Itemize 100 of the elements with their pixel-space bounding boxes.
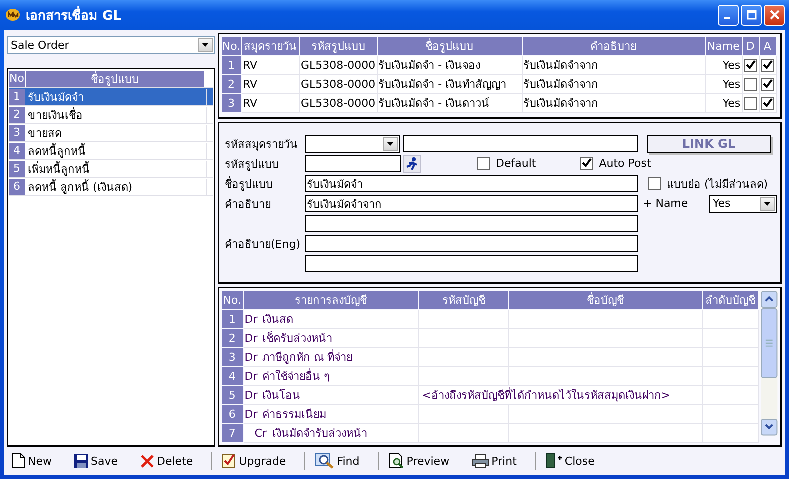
checkbox-label: แบบย่อ (ไม่มีส่วนลด) bbox=[667, 176, 768, 193]
column-header: คำอธิบาย bbox=[522, 36, 706, 56]
filter-dropdown[interactable]: Sale Order bbox=[7, 36, 215, 54]
table-cell: รับเงินมัดจำจาก bbox=[522, 94, 706, 112]
field-label: รหัสสมุดรายวัน bbox=[225, 136, 299, 153]
table-cell: รับเงินมัดจำจาก bbox=[522, 74, 706, 94]
toolbar-button[interactable]: Print bbox=[468, 452, 523, 470]
column-header: D bbox=[742, 36, 760, 56]
column-header: ลำดับบัญชี bbox=[702, 290, 759, 310]
window-title: เอกสารเชื่อม GL bbox=[26, 6, 122, 26]
row-number: 1 bbox=[222, 56, 242, 74]
table-cell-text: Dr bbox=[244, 351, 259, 364]
field-label: คำอธิบาย bbox=[225, 196, 272, 213]
journal-code-dropdown[interactable] bbox=[305, 134, 400, 153]
description-eng-field[interactable] bbox=[305, 235, 638, 252]
door-exit-icon bbox=[546, 453, 563, 469]
checklist-icon bbox=[222, 453, 238, 469]
table-cell-text: Dr bbox=[244, 332, 259, 345]
column-header: รหัสบัญชี bbox=[418, 290, 509, 310]
template-list-item[interactable]: 1 รับเงินมัดจำ bbox=[9, 88, 213, 106]
toolbar-button[interactable]: Find bbox=[311, 451, 366, 471]
template-list-item[interactable]: 6 ลดหนี้ ลูกหนี้ (เงินสด) bbox=[9, 178, 213, 196]
table-cell: ค่าธรรมเนียม bbox=[262, 408, 327, 421]
checkbox[interactable] bbox=[761, 58, 774, 72]
x-icon bbox=[140, 454, 156, 468]
toolbar-button[interactable]: New bbox=[8, 451, 58, 471]
description-field[interactable]: รับเงินมัดจำจาก bbox=[305, 195, 638, 212]
checkbox[interactable] bbox=[744, 96, 758, 110]
toolbar-button[interactable]: Delete bbox=[136, 452, 200, 470]
checkbox[interactable] bbox=[477, 157, 490, 170]
table-cell-text: Dr bbox=[244, 313, 259, 326]
journal-name-field[interactable] bbox=[403, 135, 638, 152]
template-code-field[interactable] bbox=[305, 155, 401, 172]
checkbox[interactable] bbox=[744, 58, 758, 72]
checkbox[interactable] bbox=[761, 96, 774, 110]
printer-icon bbox=[472, 454, 490, 468]
document-icon bbox=[12, 453, 26, 469]
checkbox-label: Default bbox=[496, 157, 536, 170]
link-gl-button[interactable]: LINK GL bbox=[647, 134, 771, 153]
column-header: ชื่อรูปแบบ bbox=[26, 70, 204, 86]
maximize-icon bbox=[746, 10, 756, 20]
row-number: 6 bbox=[222, 404, 244, 424]
checkbox[interactable] bbox=[761, 78, 774, 91]
minimize-button[interactable] bbox=[718, 4, 739, 26]
template-list-item[interactable]: 2 ขายเงินเชื่อ bbox=[9, 106, 213, 124]
table-cell-text: Dr bbox=[244, 389, 259, 402]
row-number: 7 bbox=[222, 424, 244, 442]
minimize-icon bbox=[724, 17, 730, 19]
table-cell-text: Dr bbox=[244, 408, 259, 421]
column-header: No. bbox=[222, 36, 242, 56]
document-magnifier-icon bbox=[388, 453, 405, 469]
row-number: 4 bbox=[222, 366, 244, 386]
column-header: รหัสรูปแบบ bbox=[300, 36, 378, 56]
table-cell: Yes bbox=[705, 94, 742, 112]
column-header: ชื่อบัญชี bbox=[508, 290, 702, 310]
row-number: 2 bbox=[222, 74, 242, 94]
name-dropdown[interactable]: Yes bbox=[709, 194, 777, 213]
table-cell: รับเงินมัดจำ - เงินดาวน์ bbox=[377, 94, 522, 112]
table-cell: Yes bbox=[705, 74, 742, 94]
dropdown-arrow-icon bbox=[387, 142, 394, 146]
column-header: No bbox=[9, 70, 25, 86]
table-cell: เงินมัดจำรับล่วงหน้า bbox=[272, 427, 368, 440]
row-number: 3 bbox=[222, 348, 244, 366]
template-list-item[interactable]: 5 เพิ่มหนี้ลูกหนี้ bbox=[9, 160, 213, 178]
scrollbar[interactable] bbox=[761, 290, 778, 437]
template-list-item[interactable]: 4 ลดหนี้ลูกหนี้ bbox=[9, 142, 213, 160]
template-name-field[interactable]: รับเงินมัดจำ bbox=[305, 175, 638, 192]
field-label: คำอธิบาย(Eng) bbox=[225, 236, 302, 253]
close-button[interactable] bbox=[764, 4, 785, 26]
dropdown-arrow-icon bbox=[764, 202, 771, 206]
running-person-icon[interactable] bbox=[403, 154, 421, 173]
table-cell: GL5308-0000 bbox=[300, 74, 378, 94]
table-cell: รับเงินมัดจำ - เงินทำสัญญา bbox=[377, 74, 522, 94]
row-number: 5 bbox=[222, 386, 244, 404]
table-cell: Yes bbox=[705, 56, 742, 74]
description-field[interactable] bbox=[305, 215, 638, 232]
toolbar-button[interactable]: Preview bbox=[384, 451, 456, 471]
checkbox[interactable] bbox=[744, 78, 758, 91]
table-cell: RV bbox=[242, 56, 300, 74]
search-icon bbox=[315, 453, 336, 469]
table-cell-text: Cr bbox=[254, 427, 268, 440]
table-cell-text: <อ้างถึงรหัสบัญชีที่ได้กำหนดไว้ในรหัสสมุดเงินฝาก> bbox=[421, 389, 671, 402]
toolbar-button[interactable]: Save bbox=[70, 452, 124, 470]
field-label: รหัสรูปแบบ bbox=[225, 156, 280, 173]
table-cell: RV bbox=[242, 74, 300, 94]
toolbar-button[interactable]: Close bbox=[542, 451, 601, 471]
description-eng-field[interactable] bbox=[305, 255, 638, 272]
column-header: No. bbox=[222, 290, 244, 310]
template-list-item[interactable]: 3 ขายสด bbox=[9, 124, 213, 142]
row-number: 1 bbox=[222, 310, 244, 328]
toolbar-button[interactable]: Upgrade bbox=[218, 451, 292, 471]
row-number: 2 bbox=[222, 328, 244, 348]
maximize-button[interactable] bbox=[741, 4, 762, 26]
checkbox[interactable] bbox=[580, 157, 594, 170]
table-cell: เงินโอน bbox=[262, 389, 301, 402]
table-cell-text: Dr bbox=[244, 370, 259, 383]
column-header: Name bbox=[705, 36, 742, 56]
app-icon bbox=[6, 9, 20, 21]
table-cell: รับเงินมัดจำจาก bbox=[522, 56, 706, 74]
checkbox[interactable] bbox=[648, 177, 661, 190]
